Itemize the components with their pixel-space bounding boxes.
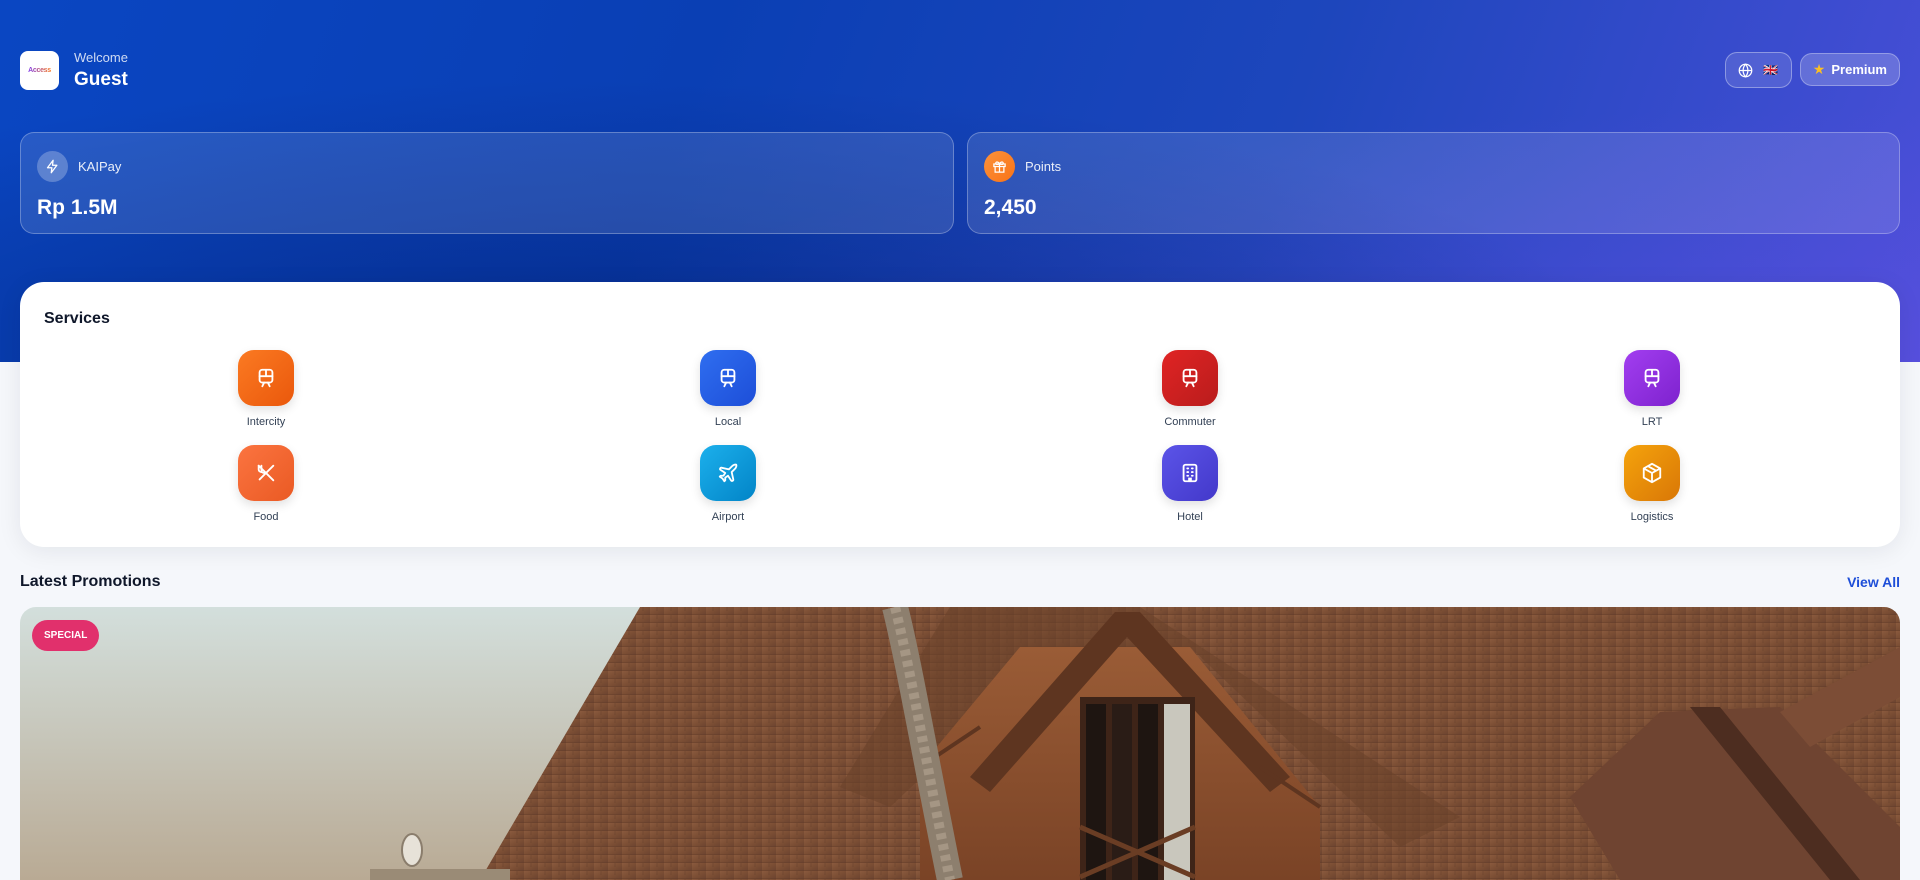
package-icon [1624, 445, 1680, 501]
train-icon [700, 350, 756, 406]
points-value: 2,450 [984, 196, 1037, 219]
welcome-block: Welcome Guest [74, 50, 128, 91]
service-label: Food [253, 511, 279, 523]
user-name: Guest [74, 69, 128, 90]
service-logistics[interactable]: Logistics [1592, 445, 1712, 523]
star-icon: ★ [1812, 61, 1826, 77]
service-label: Airport [711, 511, 745, 523]
points-card[interactable]: Points 2,450 [967, 132, 1900, 234]
kaipay-balance: Rp 1.5M [37, 196, 118, 219]
app-logo[interactable]: Access [20, 51, 59, 90]
kaipay-card[interactable]: KAIPay Rp 1.5M [20, 132, 954, 234]
train-icon [1624, 350, 1680, 406]
gift-icon [984, 151, 1015, 182]
top-actions: 🇬🇧 ★ Premium [1724, 52, 1900, 88]
special-badge: SPECIAL [32, 620, 100, 651]
view-all-link[interactable]: View All [1847, 574, 1900, 590]
utensils-icon [238, 445, 294, 501]
service-label: Local [714, 416, 742, 428]
promotion-image [20, 607, 1900, 880]
premium-label: Premium [1831, 62, 1887, 77]
promotions-header: Latest Promotions View All [20, 573, 1900, 591]
lightning-icon [37, 151, 68, 182]
service-intercity[interactable]: Intercity [206, 350, 326, 428]
services-title: Services [44, 310, 110, 327]
service-lrt[interactable]: LRT [1592, 350, 1712, 428]
service-food[interactable]: Food [206, 445, 326, 523]
building-icon [1162, 445, 1218, 501]
service-label: Commuter [1164, 416, 1216, 428]
service-label: Hotel [1177, 511, 1203, 523]
service-label: Logistics [1630, 511, 1674, 523]
train-icon [238, 350, 294, 406]
globe-icon [1738, 62, 1753, 78]
train-icon [1162, 350, 1218, 406]
service-airport[interactable]: Airport [668, 445, 788, 523]
points-label: Points [1025, 159, 1062, 174]
premium-button[interactable]: ★ Premium [1799, 53, 1900, 86]
header: Access Welcome Guest [20, 50, 128, 91]
service-hotel[interactable]: Hotel [1130, 445, 1250, 523]
service-label: LRT [1641, 416, 1663, 428]
language-button[interactable]: 🇬🇧 [1724, 52, 1792, 88]
services-panel: Services Intercity Local Commuter LRT Fo… [20, 282, 1900, 547]
service-local[interactable]: Local [668, 350, 788, 428]
welcome-label: Welcome [74, 50, 128, 65]
promotions-title: Latest Promotions [20, 573, 161, 590]
plane-icon [700, 445, 756, 501]
flag-icon: 🇬🇧 [1763, 63, 1779, 77]
service-label: Intercity [246, 416, 286, 428]
kaipay-label: KAIPay [78, 159, 122, 174]
promotion-banner[interactable]: SPECIAL [20, 607, 1900, 880]
service-commuter[interactable]: Commuter [1130, 350, 1250, 428]
